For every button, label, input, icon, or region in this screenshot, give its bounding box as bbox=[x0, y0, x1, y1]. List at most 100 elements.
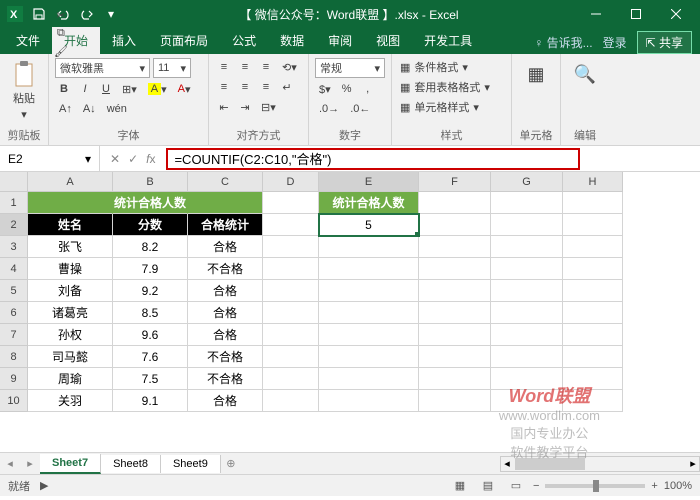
cell[interactable]: 7.9 bbox=[113, 258, 188, 280]
align-middle-icon[interactable]: ≡ bbox=[236, 58, 254, 76]
cell[interactable]: 9.2 bbox=[113, 280, 188, 302]
cell[interactable] bbox=[419, 368, 491, 390]
cell[interactable] bbox=[263, 214, 319, 236]
cell[interactable] bbox=[263, 236, 319, 258]
format-table-button[interactable]: ▦套用表格格式 ▾ bbox=[398, 78, 505, 96]
editing-button[interactable]: 🔍 bbox=[567, 58, 603, 90]
cell[interactable] bbox=[491, 324, 563, 346]
cell[interactable]: 8.2 bbox=[113, 236, 188, 258]
tab-developer[interactable]: 开发工具 bbox=[412, 27, 484, 54]
cell[interactable] bbox=[563, 214, 623, 236]
tab-data[interactable]: 数据 bbox=[268, 27, 316, 54]
row-header[interactable]: 10 bbox=[0, 390, 28, 412]
worksheet[interactable]: 1 2 3 4 5 6 7 8 9 10 A B C D E F G H 统计合… bbox=[0, 172, 700, 452]
confirm-formula-icon[interactable]: ✓ bbox=[128, 152, 138, 166]
phonetic-icon[interactable]: wén bbox=[103, 100, 131, 118]
fx-icon[interactable]: fx bbox=[146, 152, 155, 166]
row-header[interactable]: 6 bbox=[0, 302, 28, 324]
sheet-nav-prev-icon[interactable]: ◂ bbox=[0, 457, 20, 470]
cell[interactable] bbox=[491, 302, 563, 324]
cell[interactable]: 周瑜 bbox=[28, 368, 113, 390]
cell[interactable]: 不合格 bbox=[188, 258, 263, 280]
cell[interactable]: 统计合格人数 bbox=[319, 192, 419, 214]
cell[interactable] bbox=[419, 390, 491, 412]
font-name-combo[interactable]: 微软雅黑▾ bbox=[55, 58, 150, 78]
tell-me[interactable]: ♀ 告诉我... bbox=[534, 34, 592, 51]
copy-icon[interactable]: ⧉ bbox=[50, 24, 72, 42]
sheet-tab[interactable]: Sheet8 bbox=[101, 455, 161, 473]
cell[interactable]: 张飞 bbox=[28, 236, 113, 258]
cells-button[interactable]: ▦ bbox=[518, 58, 554, 90]
bold-button[interactable]: B bbox=[55, 80, 73, 98]
increase-decimal-icon[interactable]: .0→ bbox=[315, 100, 343, 118]
cell[interactable] bbox=[419, 236, 491, 258]
cell[interactable]: 8.5 bbox=[113, 302, 188, 324]
sheet-tab[interactable]: Sheet9 bbox=[161, 455, 221, 473]
save-icon[interactable] bbox=[28, 3, 50, 25]
qat-dropdown-icon[interactable]: ▾ bbox=[100, 3, 122, 25]
cell[interactable] bbox=[491, 214, 563, 236]
cell[interactable]: 合格 bbox=[188, 302, 263, 324]
tab-view[interactable]: 视图 bbox=[364, 27, 412, 54]
maximize-button[interactable] bbox=[616, 0, 656, 28]
cell[interactable] bbox=[263, 368, 319, 390]
col-header[interactable]: B bbox=[113, 172, 188, 192]
cell[interactable] bbox=[319, 368, 419, 390]
cell[interactable] bbox=[263, 390, 319, 412]
format-painter-icon[interactable]: 🖌 bbox=[50, 42, 72, 60]
cancel-formula-icon[interactable]: ✕ bbox=[110, 152, 120, 166]
cell[interactable] bbox=[563, 324, 623, 346]
underline-button[interactable]: U bbox=[97, 80, 115, 98]
cell[interactable]: 不合格 bbox=[188, 368, 263, 390]
login-link[interactable]: 登录 bbox=[603, 34, 627, 51]
zoom-in-icon[interactable]: + bbox=[651, 480, 657, 492]
cell[interactable] bbox=[491, 368, 563, 390]
increase-indent-icon[interactable]: ⇥ bbox=[236, 98, 254, 116]
row-header[interactable]: 9 bbox=[0, 368, 28, 390]
col-header[interactable]: E bbox=[319, 172, 419, 192]
cell[interactable]: 司马懿 bbox=[28, 346, 113, 368]
cell[interactable] bbox=[419, 280, 491, 302]
macro-record-icon[interactable]: ▶ bbox=[40, 479, 48, 492]
page-layout-view-icon[interactable]: ▤ bbox=[477, 477, 499, 495]
new-sheet-icon[interactable]: ⊕ bbox=[221, 457, 241, 470]
tab-review[interactable]: 审阅 bbox=[316, 27, 364, 54]
cell[interactable] bbox=[419, 192, 491, 214]
cell[interactable]: 孙权 bbox=[28, 324, 113, 346]
tab-formulas[interactable]: 公式 bbox=[220, 27, 268, 54]
cell[interactable]: 合格 bbox=[188, 324, 263, 346]
cell[interactable] bbox=[263, 192, 319, 214]
select-all-corner[interactable] bbox=[0, 172, 28, 192]
col-header[interactable]: G bbox=[491, 172, 563, 192]
cell[interactable] bbox=[319, 390, 419, 412]
tab-layout[interactable]: 页面布局 bbox=[148, 27, 220, 54]
cell[interactable]: 合格 bbox=[188, 236, 263, 258]
excel-icon[interactable]: X bbox=[4, 3, 26, 25]
decrease-font-icon[interactable]: A↓ bbox=[79, 100, 100, 118]
decrease-decimal-icon[interactable]: .0← bbox=[346, 100, 374, 118]
col-header[interactable]: H bbox=[563, 172, 623, 192]
row-header[interactable]: 7 bbox=[0, 324, 28, 346]
active-cell[interactable]: 5 bbox=[319, 214, 419, 236]
conditional-format-button[interactable]: ▦条件格式 ▾ bbox=[398, 58, 505, 76]
number-format-combo[interactable]: 常规▾ bbox=[315, 58, 385, 78]
cell[interactable]: 刘备 bbox=[28, 280, 113, 302]
row-header[interactable]: 2 bbox=[0, 214, 28, 236]
orientation-icon[interactable]: ⟲▾ bbox=[278, 58, 301, 76]
cell[interactable]: 诸葛亮 bbox=[28, 302, 113, 324]
cell[interactable] bbox=[563, 192, 623, 214]
cell[interactable] bbox=[563, 236, 623, 258]
row-header[interactable]: 1 bbox=[0, 192, 28, 214]
tab-insert[interactable]: 插入 bbox=[100, 27, 148, 54]
align-top-icon[interactable]: ≡ bbox=[215, 58, 233, 76]
cell[interactable] bbox=[263, 302, 319, 324]
cell[interactable] bbox=[319, 258, 419, 280]
formula-input[interactable]: =COUNTIF(C2:C10,"合格") bbox=[166, 148, 580, 170]
sheet-tab[interactable]: Sheet7 bbox=[40, 454, 101, 474]
cell[interactable]: 分数 bbox=[113, 214, 188, 236]
fill-color-button[interactable]: A▾ bbox=[144, 80, 171, 98]
cell[interactable] bbox=[491, 390, 563, 412]
cell[interactable] bbox=[419, 324, 491, 346]
cut-icon[interactable]: ✂ bbox=[50, 6, 72, 24]
normal-view-icon[interactable]: ▦ bbox=[449, 477, 471, 495]
